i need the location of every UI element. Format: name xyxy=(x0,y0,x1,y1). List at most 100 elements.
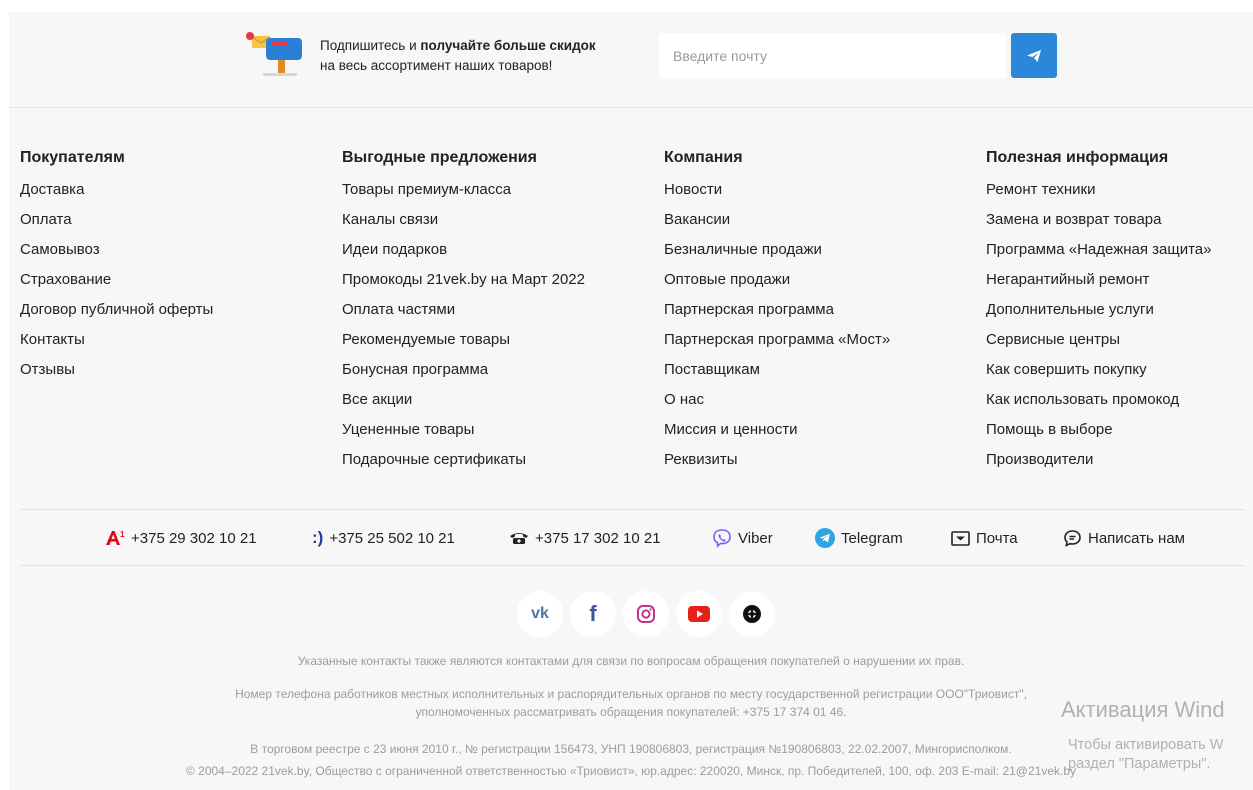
column-customers: Покупателям Доставка Оплата Самовывоз Ст… xyxy=(20,149,320,385)
footer-link[interactable]: Оплата частями xyxy=(342,295,642,325)
legal-registry: В торговом реестре с 23 июня 2010 г., № … xyxy=(250,742,1012,756)
mail-link[interactable]: Почта xyxy=(951,524,1018,552)
mailbox-illustration-icon xyxy=(238,32,306,78)
footer-link[interactable]: Договор публичной оферты xyxy=(20,295,320,325)
contacts-row: 1 +375 29 302 10 21 :) +375 25 502 10 21… xyxy=(9,524,1253,554)
footer-link[interactable]: Оптовые продажи xyxy=(664,265,964,295)
footer-link[interactable]: Страхование xyxy=(20,265,320,295)
footer-link[interactable]: Безналичные продажи xyxy=(664,235,964,265)
viber-text: Viber xyxy=(738,529,773,547)
footer-link[interactable]: Партнерская программа xyxy=(664,295,964,325)
footer-link[interactable]: Дополнительные услуги xyxy=(986,295,1253,325)
column-title: Компания xyxy=(664,149,743,166)
odnoklassniki-icon xyxy=(743,605,761,623)
social-links: vk f xyxy=(517,591,775,637)
legal-note: Указанные контакты также являются контак… xyxy=(297,654,965,668)
footer-link[interactable]: Подарочные сертификаты xyxy=(342,445,642,475)
life-operator-icon: :) xyxy=(312,528,324,547)
footer-link[interactable]: Поставщикам xyxy=(664,355,964,385)
instagram-icon xyxy=(637,605,655,623)
footer-link[interactable]: Все акции xyxy=(342,385,642,415)
footer-link[interactable]: Программа «Надежная защита» xyxy=(986,235,1253,265)
column-title: Покупателям xyxy=(20,149,125,166)
chat-icon xyxy=(1063,529,1082,548)
column-useful-info: Полезная информация Ремонт техники Замен… xyxy=(986,149,1253,475)
a1-phone-link[interactable]: 1 +375 29 302 10 21 xyxy=(105,524,257,552)
footer-link[interactable]: Доставка xyxy=(20,175,320,205)
mail-icon xyxy=(951,530,970,546)
footer-link[interactable]: Новости xyxy=(664,175,964,205)
legal-complaints-line2: уполномоченных рассматривать обращения п… xyxy=(415,705,847,719)
write-us-text: Написать нам xyxy=(1088,529,1185,547)
life-phone-text: +375 25 502 10 21 xyxy=(329,529,455,547)
phone-icon xyxy=(509,531,529,545)
footer-link[interactable]: Миссия и ценности xyxy=(664,415,964,445)
a1-phone-text: +375 29 302 10 21 xyxy=(131,529,257,547)
svg-text:1: 1 xyxy=(120,530,125,539)
footer-link[interactable]: Ремонт техники xyxy=(986,175,1253,205)
subscribe-send-button[interactable] xyxy=(1011,33,1057,78)
subscribe-text-bold: получайте больше скидок xyxy=(420,38,596,53)
write-us-link[interactable]: Написать нам xyxy=(1063,524,1185,552)
telegram-icon xyxy=(815,528,835,548)
landline-phone-text: +375 17 302 10 21 xyxy=(535,529,661,547)
footer-link[interactable]: Промокоды 21vek.by на Март 2022 xyxy=(342,265,642,295)
divider xyxy=(20,565,1245,566)
facebook-button[interactable]: f xyxy=(570,591,616,637)
subscribe-text: Подпишитесь и получайте больше скидок на… xyxy=(320,36,596,76)
footer-link[interactable]: Товары премиум-класса xyxy=(342,175,642,205)
windows-activation-line2: раздел "Параметры". xyxy=(1068,756,1211,772)
column-offers: Выгодные предложения Товары премиум-клас… xyxy=(342,149,642,475)
legal-copyright: © 2004–2022 21vek.by, Общество с огранич… xyxy=(9,762,1253,780)
footer-link[interactable]: Помощь в выборе xyxy=(986,415,1253,445)
send-icon xyxy=(1027,49,1041,62)
footer-link[interactable]: Оплата xyxy=(20,205,320,235)
copyright-text: © 2004–2022 21vek.by, Общество с огранич… xyxy=(185,764,1076,778)
windows-activation-line1: Чтобы активировать W xyxy=(1068,737,1224,753)
footer-link[interactable]: Контакты xyxy=(20,325,320,355)
footer-link[interactable]: Замена и возврат товара xyxy=(986,205,1253,235)
subscribe-text-plain: Подпишитесь и xyxy=(320,38,421,53)
mail-text: Почта xyxy=(976,529,1018,547)
footer-link[interactable]: Рекомендуемые товары xyxy=(342,325,642,355)
footer-link[interactable]: Негарантийный ремонт xyxy=(986,265,1253,295)
odnoklassniki-button[interactable] xyxy=(729,591,775,637)
vk-button[interactable]: vk xyxy=(517,591,563,637)
footer-link[interactable]: Каналы связи xyxy=(342,205,642,235)
telegram-text: Telegram xyxy=(841,529,903,547)
footer-link[interactable]: Сервисные центры xyxy=(986,325,1253,355)
column-title: Полезная информация xyxy=(986,149,1169,166)
viber-icon xyxy=(712,528,732,548)
legal-complaints-line1: Номер телефона работников местных исполн… xyxy=(235,687,1027,701)
telegram-link[interactable]: Telegram xyxy=(815,524,903,552)
footer-link[interactable]: Отзывы xyxy=(20,355,320,385)
footer-link[interactable]: Вакансии xyxy=(664,205,964,235)
viber-link[interactable]: Viber xyxy=(712,524,773,552)
column-title: Выгодные предложения xyxy=(342,149,537,166)
youtube-button[interactable] xyxy=(676,591,722,637)
vk-icon: vk xyxy=(531,605,549,622)
landline-phone-link[interactable]: +375 17 302 10 21 xyxy=(509,524,661,552)
subscribe-bar: Подпишитесь и получайте больше скидок на… xyxy=(9,12,1253,108)
footer-link[interactable]: Производители xyxy=(986,445,1253,475)
subscribe-text-line2: на весь ассортимент наших товаров! xyxy=(320,58,553,73)
instagram-button[interactable] xyxy=(623,591,669,637)
a1-operator-icon: 1 xyxy=(105,530,125,546)
footer-link[interactable]: Бонусная программа xyxy=(342,355,642,385)
footer-link[interactable]: Как использовать промокод xyxy=(986,385,1253,415)
windows-activation-title: Активация Wind xyxy=(1061,697,1225,722)
footer-link[interactable]: О нас xyxy=(664,385,964,415)
footer-link[interactable]: Реквизиты xyxy=(664,445,964,475)
facebook-icon: f xyxy=(589,601,597,626)
life-phone-link[interactable]: :) +375 25 502 10 21 xyxy=(312,524,455,552)
footer-link[interactable]: Идеи подарков xyxy=(342,235,642,265)
divider xyxy=(20,509,1245,510)
footer-link[interactable]: Самовывоз xyxy=(20,235,320,265)
footer-link[interactable]: Уцененные товары xyxy=(342,415,642,445)
footer-link[interactable]: Партнерская программа «Мост» xyxy=(664,325,964,355)
footer: Подпишитесь и получайте больше скидок на… xyxy=(9,12,1253,790)
column-company: Компания Новости Вакансии Безналичные пр… xyxy=(664,149,964,475)
youtube-icon xyxy=(688,606,710,622)
email-input[interactable] xyxy=(659,33,1006,78)
footer-link[interactable]: Как совершить покупку xyxy=(986,355,1253,385)
